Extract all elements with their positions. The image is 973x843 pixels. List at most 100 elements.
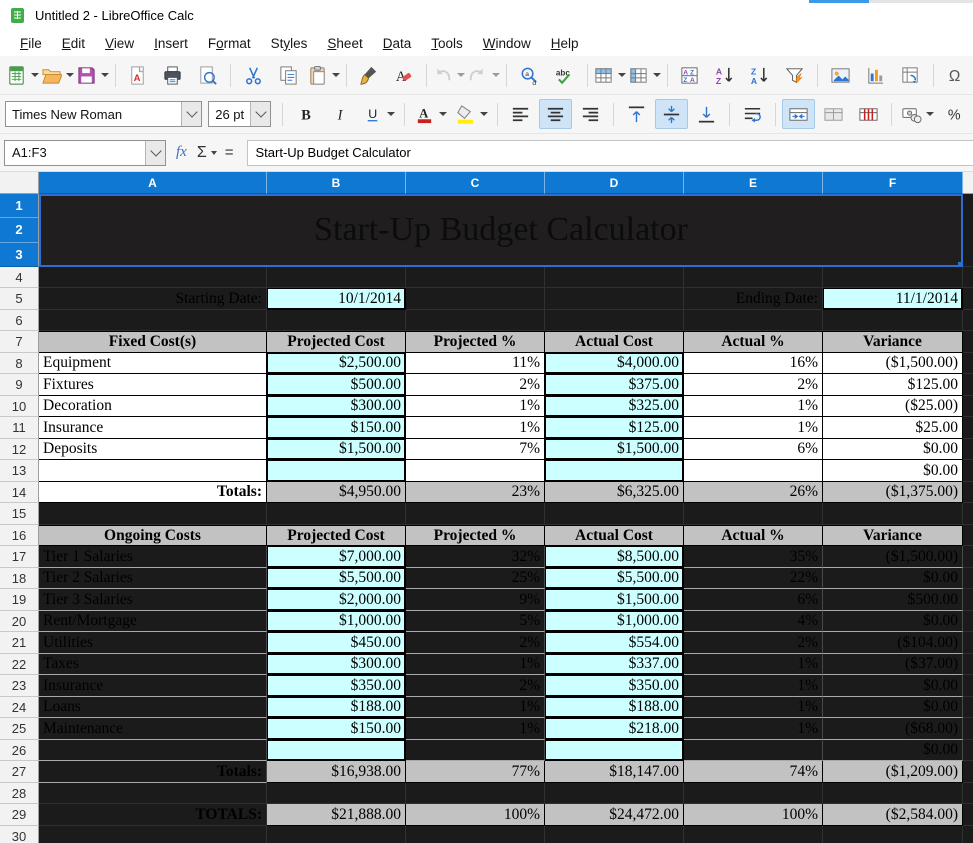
cell-E26[interactable]: [684, 740, 823, 762]
cell-A29[interactable]: TOTALS:: [39, 804, 267, 826]
cell-F8[interactable]: ($1,500.00): [823, 353, 963, 375]
column-header-B[interactable]: B: [267, 172, 406, 194]
insert-chart-button[interactable]: [859, 60, 892, 90]
row-header-21[interactable]: 21: [0, 632, 39, 654]
font-name-dropdown-icon[interactable]: [181, 102, 201, 126]
cell-E22[interactable]: 1%: [684, 654, 823, 676]
underline-dropdown-icon[interactable]: [387, 112, 395, 116]
menu-window[interactable]: Window: [473, 33, 541, 54]
cell-B27[interactable]: $16,938.00: [267, 761, 406, 783]
cell-C29[interactable]: 100%: [406, 804, 545, 826]
insert-row-button[interactable]: [593, 60, 626, 90]
cell-D29[interactable]: $24,472.00: [545, 804, 684, 826]
cell-A12[interactable]: Deposits: [39, 439, 267, 461]
row-header-26[interactable]: 26: [0, 740, 39, 762]
cell-B25[interactable]: $150.00: [267, 718, 406, 740]
cell-F6[interactable]: [823, 310, 963, 332]
row-header-27[interactable]: 27: [0, 761, 39, 783]
row-header-10[interactable]: 10: [0, 396, 39, 418]
equals-icon[interactable]: =: [225, 144, 234, 161]
cell-D24[interactable]: $188.00: [545, 697, 684, 719]
percent-button[interactable]: %: [939, 99, 972, 129]
redo-dropdown-icon[interactable]: [492, 73, 500, 77]
cell-B10[interactable]: $300.00: [267, 396, 406, 418]
insert-image-button[interactable]: [824, 60, 857, 90]
row-header-16[interactable]: 16: [0, 525, 39, 547]
cell-B26[interactable]: [267, 740, 406, 762]
cell-D5[interactable]: [545, 288, 684, 310]
cell-E23[interactable]: 1%: [684, 675, 823, 697]
cell-C10[interactable]: 1%: [406, 396, 545, 418]
cell-A16[interactable]: Ongoing Costs: [39, 525, 267, 547]
menu-insert[interactable]: Insert: [144, 33, 198, 54]
currency-dropdown-icon[interactable]: [926, 112, 934, 116]
cell-B22[interactable]: $300.00: [267, 654, 406, 676]
save-button[interactable]: [76, 60, 109, 90]
selection-handle[interactable]: [958, 262, 963, 267]
column-header-D[interactable]: D: [545, 172, 684, 194]
cell-F9[interactable]: $125.00: [823, 374, 963, 396]
cell-B11[interactable]: $150.00: [267, 417, 406, 439]
cell-B18[interactable]: $5,500.00: [267, 568, 406, 590]
cell-B28[interactable]: [267, 783, 406, 805]
spelling-button[interactable]: abc: [548, 60, 581, 90]
cell-F25[interactable]: ($68.00): [823, 718, 963, 740]
italic-button[interactable]: I: [324, 99, 357, 129]
cell-D10[interactable]: $325.00: [545, 396, 684, 418]
cell-C14[interactable]: 23%: [406, 482, 545, 504]
cell-B4[interactable]: [267, 267, 406, 289]
align-bottom-button[interactable]: [690, 99, 723, 129]
cell-F23[interactable]: $0.00: [823, 675, 963, 697]
cell-E13[interactable]: [684, 460, 823, 482]
select-all-corner[interactable]: [0, 172, 39, 194]
menu-styles[interactable]: Styles: [261, 33, 318, 54]
menu-file[interactable]: File: [10, 33, 52, 54]
cell-F14[interactable]: ($1,375.00): [823, 482, 963, 504]
cell-F5[interactable]: 11/1/2014: [823, 288, 963, 310]
cell-F28[interactable]: [823, 783, 963, 805]
cell-B14[interactable]: $4,950.00: [267, 482, 406, 504]
cell-E30[interactable]: [684, 826, 823, 843]
cell-A28[interactable]: [39, 783, 267, 805]
cell-B13[interactable]: [267, 460, 406, 482]
new-dropdown-icon[interactable]: [31, 73, 39, 77]
cell-D11[interactable]: $125.00: [545, 417, 684, 439]
cell-B29[interactable]: $21,888.00: [267, 804, 406, 826]
print-button[interactable]: [156, 60, 189, 90]
cell-E4[interactable]: [684, 267, 823, 289]
cell-D16[interactable]: Actual Cost: [545, 525, 684, 547]
cell-B19[interactable]: $2,000.00: [267, 589, 406, 611]
cell-D8[interactable]: $4,000.00: [545, 353, 684, 375]
formula-input[interactable]: Start-Up Budget Calculator: [247, 140, 973, 166]
menu-tools[interactable]: Tools: [421, 33, 473, 54]
find-replace-button[interactable]: ad: [513, 60, 546, 90]
cell-D14[interactable]: $6,325.00: [545, 482, 684, 504]
column-header-C[interactable]: C: [406, 172, 545, 194]
row-header-25[interactable]: 25: [0, 718, 39, 740]
cell-D18[interactable]: $5,500.00: [545, 568, 684, 590]
sort-button[interactable]: AZZA: [673, 60, 706, 90]
font-size-dropdown-icon[interactable]: [250, 102, 270, 126]
cell-C21[interactable]: 2%: [406, 632, 545, 654]
row-header-29[interactable]: 29: [0, 804, 39, 826]
menu-format[interactable]: Format: [198, 33, 261, 54]
cell-E29[interactable]: 100%: [684, 804, 823, 826]
row-header-17[interactable]: 17: [0, 546, 39, 568]
cell-A20[interactable]: Rent/Mortgage: [39, 611, 267, 633]
sum-icon[interactable]: Σ: [197, 144, 207, 162]
cell-F18[interactable]: $0.00: [823, 568, 963, 590]
row-header-7[interactable]: 7: [0, 331, 39, 353]
cell-E11[interactable]: 1%: [684, 417, 823, 439]
insert-row-dropdown-icon[interactable]: [618, 73, 626, 77]
cut-button[interactable]: [237, 60, 270, 90]
cell-D21[interactable]: $554.00: [545, 632, 684, 654]
highlight-color-dropdown-icon[interactable]: [480, 112, 488, 116]
cell-A6[interactable]: [39, 310, 267, 332]
row-header-12[interactable]: 12: [0, 439, 39, 461]
cell-B9[interactable]: $500.00: [267, 374, 406, 396]
row-header-13[interactable]: 13: [0, 460, 39, 482]
cell-F12[interactable]: $0.00: [823, 439, 963, 461]
merge-center-button[interactable]: [782, 99, 815, 129]
cell-D4[interactable]: [545, 267, 684, 289]
cell-F29[interactable]: ($2,584.00): [823, 804, 963, 826]
